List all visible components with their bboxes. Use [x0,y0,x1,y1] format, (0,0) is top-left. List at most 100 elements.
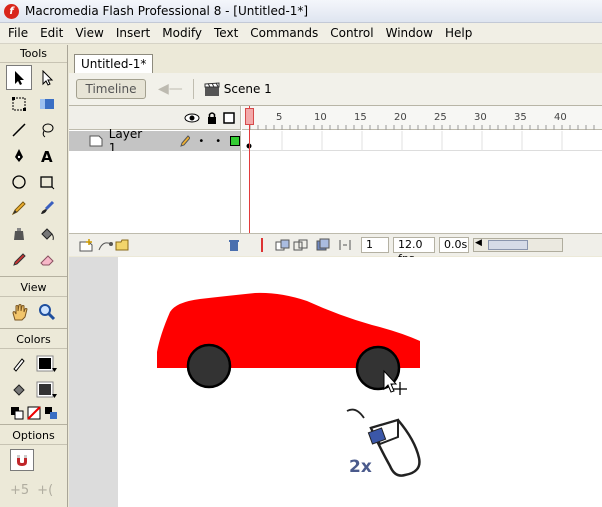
subselect-arrow-icon [42,69,54,86]
transform-icon [12,96,26,111]
ruler-num-25: 25 [434,112,447,123]
tools-panel: Tools A View Colors Options +5 +( [0,45,68,507]
eye-icon[interactable] [184,112,200,124]
menu-help[interactable]: Help [439,26,478,40]
oval-icon [12,174,26,189]
playhead-handle[interactable] [245,108,254,125]
ruler-num-35: 35 [514,112,527,123]
stroke-color-label [6,351,32,376]
tools-header: Tools [0,45,67,63]
menu-text[interactable]: Text [208,26,244,40]
layer-header [69,106,241,130]
swap-colors-icon[interactable] [44,406,58,420]
timeline-footer: 1 12.0 fps 0.0s ◀ [69,233,602,265]
menu-control[interactable]: Control [324,26,379,40]
frame-cells [246,131,563,151]
ink-bottle-tool[interactable] [6,221,32,246]
menu-edit[interactable]: Edit [34,26,69,40]
title-bar: f Macromedia Flash Professional 8 - [Unt… [0,0,602,23]
layer-row[interactable]: Layer 1 • • [69,127,241,155]
menu-bar: File Edit View Insert Modify Text Comman… [0,23,602,44]
frame-ruler[interactable]: 5 10 15 20 25 30 35 40 [242,106,602,130]
insert-folder-icon[interactable] [115,238,131,252]
fill-color-swatch[interactable] [34,377,60,402]
view-header: View [0,279,67,297]
stroke-swatch-icon [36,355,57,372]
window-title: Macromedia Flash Professional 8 - [Untit… [25,4,309,18]
timeline-toggle-button[interactable]: Timeline [76,79,146,99]
back-arrow-icon[interactable]: ◀— [158,81,183,97]
eyedropper-icon [13,252,26,266]
menu-file[interactable]: File [0,26,34,40]
scroll-left-arrow-icon[interactable]: ◀ [475,238,482,248]
flash-app-icon: f [4,3,19,19]
edit-multiple-frames-icon[interactable] [315,238,331,252]
ruler-num-20: 20 [394,112,407,123]
modify-onion-markers-icon[interactable] [337,238,353,252]
timeline-hscroll[interactable]: ◀ [473,238,563,252]
hand-icon [12,303,28,320]
layer-color-swatch[interactable] [230,136,240,146]
lasso-tool[interactable] [34,117,60,142]
colors-header: Colors [0,331,67,349]
no-color-icon[interactable] [27,406,41,420]
menu-commands[interactable]: Commands [244,26,324,40]
pen-icon [15,148,23,162]
straighten-option-icon[interactable]: +( [37,483,53,498]
selection-tool[interactable] [6,65,32,90]
edit-bar: Timeline ◀— Scene 1 [69,73,602,106]
menu-window[interactable]: Window [380,26,439,40]
outline-icon[interactable] [223,112,235,124]
rectangle-icon [40,175,55,189]
clapperboard-icon [204,82,220,96]
menu-insert[interactable]: Insert [110,26,156,40]
paint-bucket-icon [41,227,54,240]
ruler-num-15: 15 [354,112,367,123]
stroke-color-swatch[interactable] [34,351,60,376]
free-transform-tool[interactable] [6,91,32,116]
magnet-icon [17,455,27,466]
pencil-stroke-icon [13,357,25,372]
hand-tool[interactable] [6,299,32,324]
gradient-transform-tool[interactable] [34,91,60,116]
current-frame-field[interactable]: 1 [361,237,389,253]
ruler-num-10: 10 [314,112,327,123]
pencil-icon [11,200,26,215]
menu-view[interactable]: View [69,26,109,40]
scroll-thumb[interactable] [488,240,528,250]
eraser-tool[interactable] [34,247,60,272]
layer-lock-dot[interactable]: • [215,136,221,147]
pen-tool[interactable] [6,143,32,168]
onion-skin-icon[interactable] [275,238,291,252]
layer-visible-dot[interactable]: • [198,136,204,147]
ruler-num-40: 40 [554,112,567,123]
center-frame-icon[interactable] [255,237,269,253]
motion-guide-icon[interactable] [97,238,113,252]
snap-to-objects-button[interactable] [10,449,34,471]
timeline-panel: 5 10 15 20 25 30 35 40 Layer 1 • • 1 12.… [69,106,602,265]
brush-tool[interactable] [34,195,60,220]
pencil-tool[interactable] [6,195,32,220]
playhead-line [249,106,250,233]
arrow-icon [15,70,24,85]
document-tab[interactable]: Untitled-1* [74,54,154,73]
subselection-tool[interactable] [34,65,60,90]
frames-row[interactable] [242,131,602,151]
oval-tool[interactable] [6,169,32,194]
frame-rate-field[interactable]: 12.0 fps [393,237,435,265]
zoom-tool[interactable] [34,299,60,324]
paint-bucket-tool[interactable] [34,221,60,246]
menu-modify[interactable]: Modify [156,26,208,40]
trash-icon[interactable] [227,238,241,252]
insert-layer-icon[interactable] [79,238,95,252]
rectangle-tool[interactable] [34,169,60,194]
onion-outlines-icon[interactable] [293,238,309,252]
default-colors-icon[interactable] [10,406,24,420]
eyedropper-tool[interactable] [6,247,32,272]
smooth-option-icon[interactable]: +5 [10,483,29,498]
ink-bottle-icon [14,227,24,240]
elapsed-time-field: 0.0s [439,237,469,253]
line-tool[interactable] [6,117,32,142]
text-tool[interactable]: A [34,143,60,168]
lock-icon[interactable] [206,111,218,125]
